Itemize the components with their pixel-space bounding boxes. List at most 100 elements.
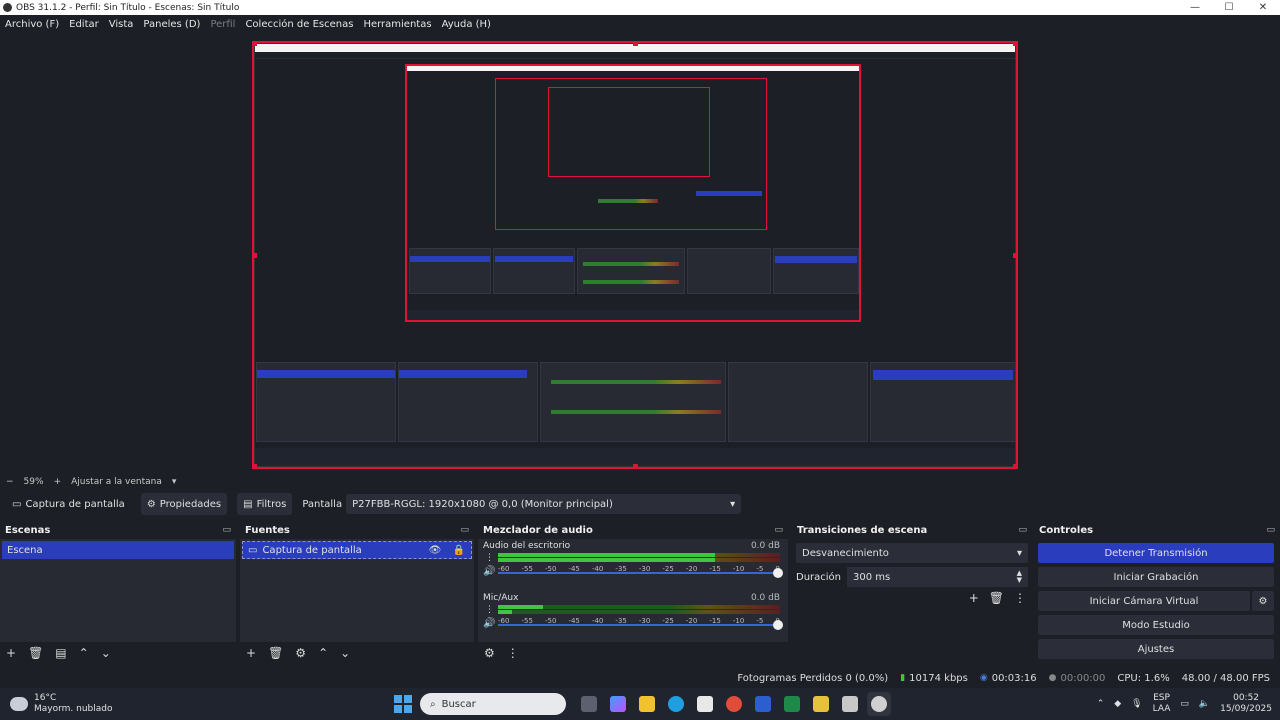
volume-slider-handle[interactable] [773,620,783,630]
task-view-icon[interactable] [577,692,601,716]
resize-handle-tc[interactable] [633,43,638,46]
dock-menu-icon[interactable]: ▭ [460,525,469,535]
resize-handle-bl[interactable] [254,464,257,467]
controls-dock-title: Controles [1039,524,1094,536]
resize-handle-br[interactable] [1013,464,1016,467]
move-up-icon[interactable]: ⌃ [79,646,89,660]
resize-handle-mr[interactable] [1013,253,1016,258]
spinner-icon[interactable]: ▲ ▼ [1017,570,1022,584]
menu-herramientas[interactable]: Herramientas [363,19,431,30]
trash-icon[interactable]: 🗑 [989,591,1004,605]
chevron-down-icon[interactable]: ▾ [172,477,177,487]
obs-taskbar-icon[interactable] [866,692,891,716]
microphone-icon[interactable]: 🎙 [1131,699,1142,710]
source-item[interactable]: ▭ Captura de pantalla 👁 🔒 [242,541,472,559]
folder-icon[interactable] [809,692,833,716]
dock-menu-icon[interactable]: ▭ [774,525,783,535]
minimize-button[interactable]: — [1178,2,1212,13]
add-transition-button[interactable]: + [969,591,979,605]
transition-menu-icon[interactable]: ⋮ [1014,591,1026,605]
network-icon[interactable]: ▭ [1180,699,1189,710]
settings-button[interactable]: Ajustes [1038,639,1274,659]
edge-icon[interactable] [664,692,688,716]
store-icon[interactable] [693,692,717,716]
fit-to-window-label[interactable]: Ajustar a la ventana [71,477,162,487]
cloud-icon [10,697,28,711]
zoom-in-button[interactable]: + [54,477,62,487]
clock[interactable]: 00:52 15/09/2025 [1220,693,1272,715]
sources-dock-title: Fuentes [245,524,290,536]
move-down-icon[interactable]: ⌄ [340,646,350,660]
channel-menu-icon[interactable]: ⋮ [485,553,494,563]
windows-start-icon[interactable] [394,695,412,713]
add-scene-button[interactable]: + [6,646,16,660]
speaker-icon[interactable]: 🔊 [483,618,495,629]
maximize-button[interactable]: ☐ [1212,2,1246,13]
zoom-out-button[interactable]: − [6,477,14,487]
excel-icon[interactable] [780,692,804,716]
resize-handle-ml[interactable] [254,253,257,258]
copilot-icon[interactable] [606,692,630,716]
weather-widget[interactable]: 16°C Mayorm. nublado [10,693,150,715]
mixer-menu-icon[interactable]: ⋮ [507,646,519,660]
filter-icon: ▤ [243,498,253,510]
add-source-button[interactable]: + [246,646,256,660]
speaker-icon[interactable]: 🔊 [483,566,495,577]
menu-perfil[interactable]: Perfil [210,19,235,30]
display-select-value: P27FBB-RGGL: 1920x1080 @ 0,0 (Monitor pr… [352,498,613,510]
properties-button[interactable]: ⚙ Propiedades [140,493,228,515]
file-explorer-icon[interactable] [635,692,659,716]
gear-icon[interactable]: ⚙ [295,646,306,660]
display-select[interactable]: P27FBB-RGGL: 1920x1080 @ 0,0 (Monitor pr… [346,494,742,514]
eye-icon[interactable]: 👁 [429,545,442,556]
filters-button[interactable]: ▤ Filtros [237,493,293,515]
sources-list[interactable]: ▭ Captura de pantalla 👁 🔒 [240,539,474,642]
channel-menu-icon[interactable]: ⋮ [485,605,494,615]
menu-vista[interactable]: Vista [109,19,134,30]
tray-app-icon[interactable]: ◆ [1114,699,1121,710]
start-recording-button[interactable]: Iniciar Grabación [1038,567,1274,587]
preview-canvas[interactable] [252,41,1018,469]
trash-icon[interactable]: 🗑 [28,646,43,660]
scenes-list[interactable]: Escena [0,539,236,642]
volume-slider[interactable] [498,620,783,630]
scene-item[interactable]: Escena [2,541,234,559]
taskbar-search[interactable]: ⌕ Buscar [420,693,566,715]
volume-slider-handle[interactable] [773,568,783,578]
lock-icon[interactable]: 🔒 [453,545,465,556]
move-up-icon[interactable]: ⌃ [318,646,328,660]
dock-menu-icon[interactable]: ▭ [1266,525,1275,535]
close-button[interactable]: ✕ [1246,2,1280,13]
menu-editar[interactable]: Editar [69,19,99,30]
studio-mode-button[interactable]: Modo Estudio [1038,615,1274,635]
start-virtual-camera-button[interactable]: Iniciar Cámara Virtual [1038,591,1250,611]
duration-input[interactable]: 300 ms ▲ ▼ [847,567,1028,587]
dock-menu-icon[interactable]: ▭ [222,525,231,535]
scene-filters-icon[interactable]: ▤ [55,646,66,660]
menu-archivo[interactable]: Archivo (F) [5,19,59,30]
volume-icon[interactable]: 🔈 [1199,699,1210,710]
resize-handle-tl[interactable] [254,43,257,46]
language-indicator[interactable]: ESP LAA [1153,693,1171,715]
menu-paneles[interactable]: Paneles (D) [143,19,200,30]
resize-handle-tr[interactable] [1013,43,1016,46]
menu-coleccion-escenas[interactable]: Colección de Escenas [245,19,353,30]
transition-select[interactable]: Desvanecimiento ▾ [796,543,1028,563]
trash-icon[interactable]: 🗑 [268,646,283,660]
resize-handle-bc[interactable] [633,464,638,467]
gear-icon[interactable]: ⚙ [1252,591,1274,611]
advanced-audio-icon[interactable]: ⚙ [484,646,495,660]
word-icon[interactable] [751,692,775,716]
nested-taskbar-2 [407,310,859,320]
move-down-icon[interactable]: ⌄ [101,646,111,660]
chrome-icon[interactable] [722,692,746,716]
dock-menu-icon[interactable]: ▭ [1018,525,1027,535]
audio-mixer-dock: Mezclador de audio ▭ Audio del escritori… [478,522,788,664]
preview-area[interactable] [0,33,1280,475]
menu-ayuda[interactable]: Ayuda (H) [442,19,491,30]
volume-slider[interactable] [498,568,783,578]
chevron-up-icon[interactable]: ⌃ [1097,699,1105,710]
stop-streaming-button[interactable]: Detener Transmisión [1038,543,1274,563]
window-title: OBS 31.1.2 - Perfil: Sin Título - Escena… [16,2,240,13]
app-icon[interactable] [838,692,862,716]
